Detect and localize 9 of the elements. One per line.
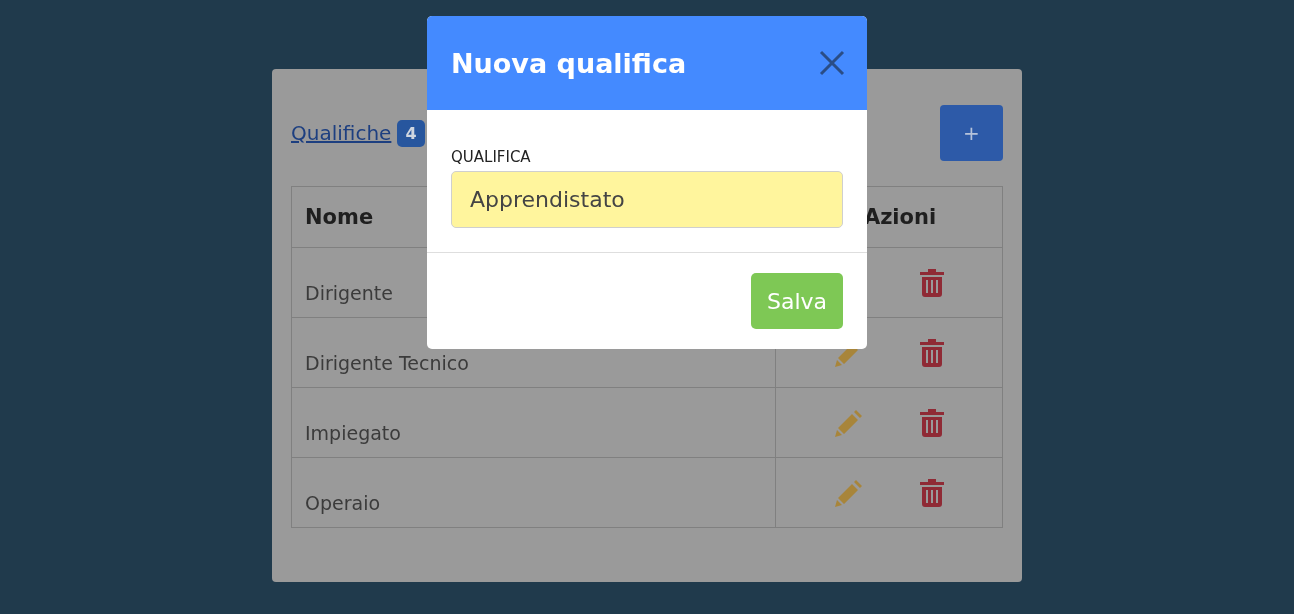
table-cell: Impiegato xyxy=(291,387,776,458)
modal-title: Nuova qualifica xyxy=(451,47,687,79)
save-button[interactable]: Salva xyxy=(751,273,843,329)
qualifiche-link[interactable]: Qualifiche xyxy=(291,121,392,145)
input-field[interactable]: Apprendistato xyxy=(451,171,843,228)
field-label: QUALIFICA xyxy=(451,148,532,166)
add-button[interactable]: + xyxy=(940,105,1003,161)
count-badge: 4 xyxy=(397,119,425,147)
table-cell: Operaio xyxy=(291,457,776,528)
